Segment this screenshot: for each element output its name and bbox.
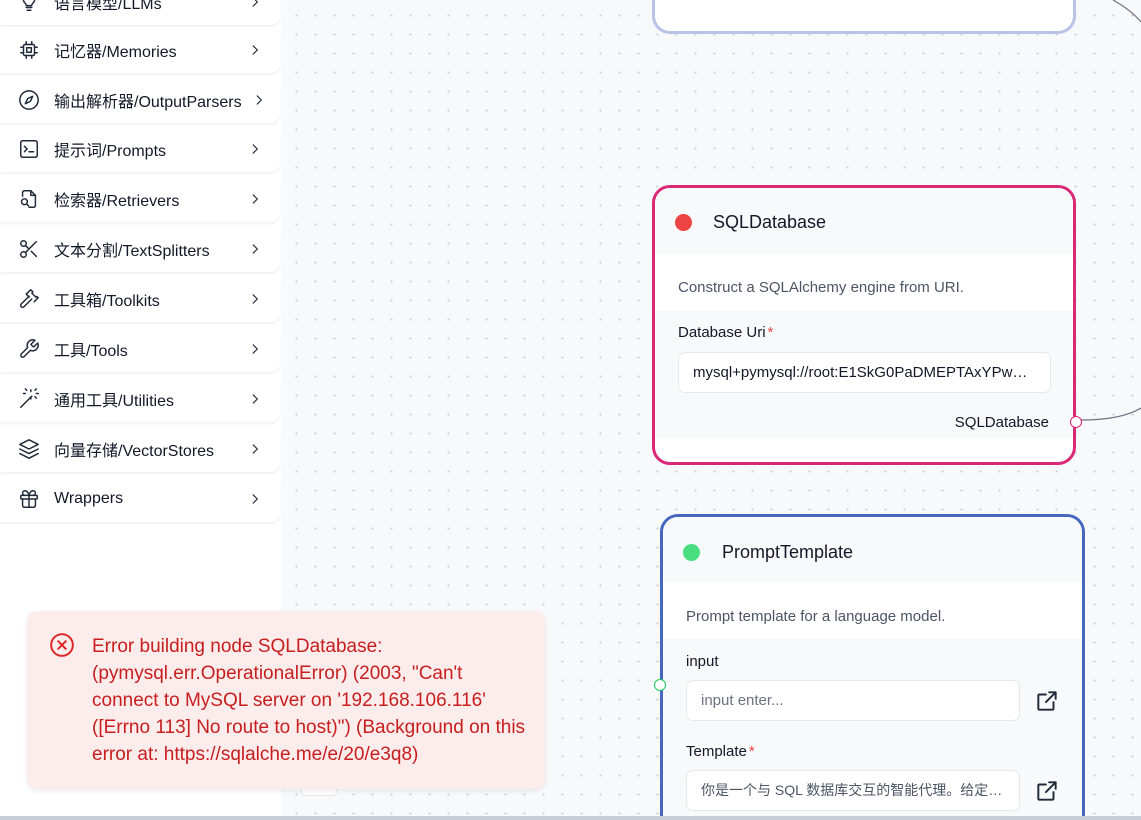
required-mark: * bbox=[748, 743, 755, 760]
terminal-icon bbox=[17, 137, 41, 161]
sidebar-item-label: 提示词/Prompts bbox=[54, 143, 167, 160]
chevron-right-icon bbox=[248, 492, 262, 506]
sidebar-item[interactable]: 提示词/Prompts bbox=[0, 126, 280, 172]
sidebar-item[interactable]: 向量存储/VectorStores bbox=[0, 426, 280, 472]
sidebar-item-label: 输出解析器/OutputParsers bbox=[54, 94, 242, 111]
lightbulb-icon bbox=[17, 0, 41, 14]
sidebar-item[interactable]: 记忆器/Memories bbox=[0, 27, 280, 73]
database-uri-input[interactable]: mysql+pymysql://root:E1SkG0PaDMEPTAxYPwm… bbox=[678, 352, 1051, 393]
node-partial-top[interactable] bbox=[652, 0, 1076, 34]
sidebar-item-label: 检索器/Retrievers bbox=[54, 193, 180, 210]
sidebar-item-label: 向量存储/VectorStores bbox=[54, 443, 215, 460]
wrench-icon bbox=[17, 337, 41, 361]
output-handle[interactable] bbox=[1070, 416, 1082, 428]
chevron-right-icon bbox=[248, 192, 262, 206]
error-circle-x-icon bbox=[49, 632, 75, 658]
hammer-icon bbox=[17, 287, 41, 311]
output-label: SQLDatabase bbox=[954, 414, 1049, 431]
sidebar-item[interactable]: 输出解析器/OutputParsers bbox=[0, 77, 280, 123]
chevron-right-icon bbox=[248, 142, 262, 156]
node-status-dot bbox=[675, 214, 692, 231]
sidebar-item[interactable]: 工具箱/Toolkits bbox=[0, 276, 280, 322]
chevron-right-icon bbox=[248, 342, 262, 356]
node-status-dot bbox=[683, 544, 700, 561]
sidebar-item-label: Wrappers bbox=[54, 490, 124, 507]
sidebar-item[interactable]: 工具/Tools bbox=[0, 326, 280, 372]
error-toast[interactable]: Error building node SQLDatabase: (pymysq… bbox=[27, 611, 545, 789]
chevron-right-icon bbox=[248, 242, 262, 256]
chevron-right-icon bbox=[248, 442, 262, 456]
sidebar-item-label: 通用工具/Utilities bbox=[54, 393, 175, 410]
layers-icon bbox=[17, 437, 41, 461]
gift-icon bbox=[17, 487, 41, 511]
sidebar-item[interactable]: 检索器/Retrievers bbox=[0, 176, 280, 222]
sidebar-item-label: 文本分割/TextSplitters bbox=[54, 243, 210, 260]
scissors-icon bbox=[17, 237, 41, 261]
template-label: Template * bbox=[686, 743, 755, 760]
sidebar-item[interactable]: 文本分割/TextSplitters bbox=[0, 226, 280, 272]
chevron-right-icon bbox=[252, 93, 266, 107]
sidebar-item-label: 工具/Tools bbox=[54, 343, 128, 360]
magic-wand-icon bbox=[17, 387, 41, 411]
chevron-right-icon bbox=[248, 292, 262, 306]
error-message: Error building node SQLDatabase: (pymysq… bbox=[92, 636, 526, 765]
sidebar-item[interactable]: 通用工具/Utilities bbox=[0, 376, 280, 422]
input-handle[interactable] bbox=[654, 679, 666, 691]
sidebar-item-label: 记忆器/Memories bbox=[54, 44, 177, 61]
required-mark: * bbox=[767, 324, 774, 341]
file-search-icon bbox=[17, 187, 41, 211]
template-field[interactable]: 你是一个与 SQL 数据库交互的智能代理。给定一个输入问题... bbox=[686, 770, 1020, 811]
sidebar-item[interactable]: Wrappers bbox=[0, 476, 280, 522]
cpu-chip-icon bbox=[17, 38, 41, 62]
input-field[interactable]: input enter... bbox=[686, 680, 1020, 721]
sidebar-item-label: 工具箱/Toolkits bbox=[54, 293, 160, 310]
chevron-right-icon bbox=[248, 0, 262, 9]
sidebar-item[interactable]: 语言模型/LLMs bbox=[0, 0, 280, 25]
external-link-icon[interactable] bbox=[1034, 688, 1060, 714]
chevron-right-icon bbox=[248, 392, 262, 406]
external-link-icon[interactable] bbox=[1034, 778, 1060, 804]
node-title: PromptTemplate bbox=[722, 542, 854, 562]
node-title: SQLDatabase bbox=[713, 212, 827, 232]
compass-icon bbox=[17, 88, 41, 112]
node-prompttemplate[interactable]: PromptTemplate Prompt template for a lan… bbox=[654, 514, 1085, 816]
node-description: Construct a SQLAlchemy engine from URI. bbox=[678, 279, 964, 296]
bottom-border bbox=[0, 816, 1141, 820]
sidebar-item-label: 语言模型/LLMs bbox=[54, 0, 162, 13]
database-uri-label: Database Uri * bbox=[678, 324, 774, 341]
node-description: Prompt template for a language model. bbox=[686, 608, 946, 625]
chevron-right-icon bbox=[248, 43, 262, 57]
node-sqldatabase[interactable]: SQLDatabase Construct a SQLAlchemy engin… bbox=[652, 185, 1082, 465]
input-label: input bbox=[686, 653, 719, 670]
